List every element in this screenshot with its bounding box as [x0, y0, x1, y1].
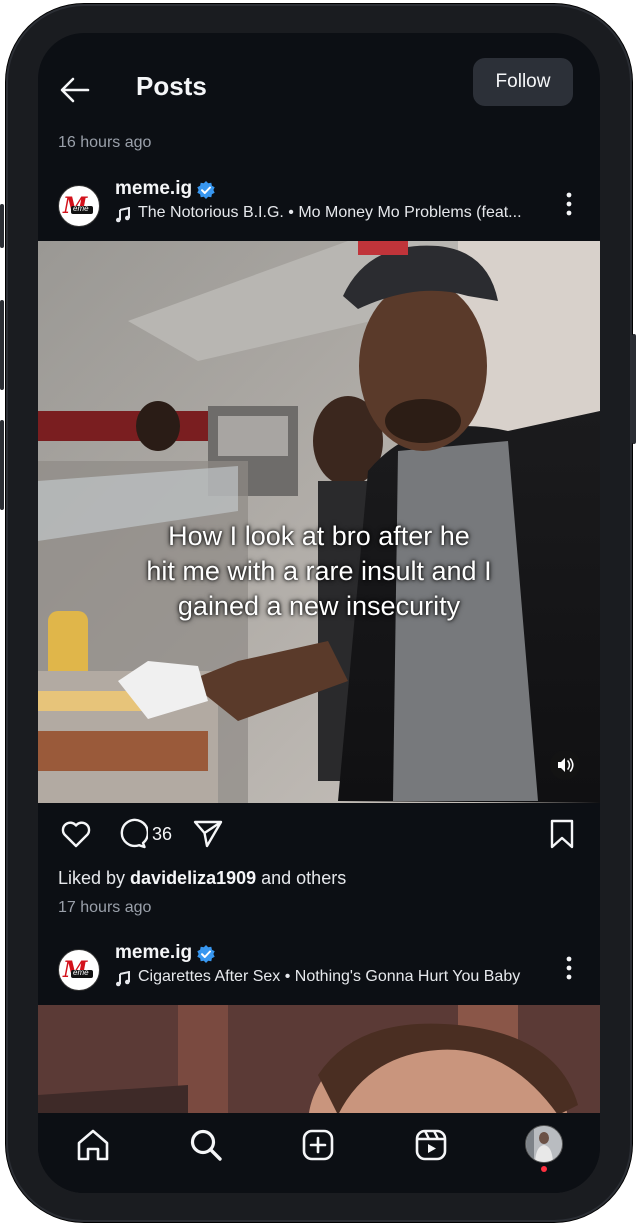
- page-title: Posts: [136, 71, 207, 101]
- post-media[interactable]: How I look at bro after he hit me with a…: [38, 241, 600, 803]
- share-icon[interactable]: [192, 818, 224, 850]
- timestamp: 16 hours ago: [58, 134, 152, 151]
- likes-prefix: Liked by: [58, 868, 131, 888]
- audio-toggle-button[interactable]: [550, 750, 580, 780]
- notification-dot: [541, 1166, 547, 1172]
- post-media[interactable]: [38, 1005, 600, 1115]
- more-icon[interactable]: [564, 191, 574, 217]
- verified-icon: [197, 945, 215, 963]
- post-photo: [38, 1005, 600, 1115]
- phone-side-button: [0, 204, 4, 248]
- post-actions: 36: [38, 818, 600, 858]
- video-caption-line: hit me with a rare insult and I: [146, 556, 492, 586]
- phone-side-button: [0, 420, 4, 510]
- create-icon[interactable]: [300, 1127, 336, 1163]
- heart-icon[interactable]: [60, 818, 92, 850]
- song-label[interactable]: The Notorious B.I.G. • Mo Money Mo Probl…: [138, 204, 538, 222]
- likes-summary[interactable]: Liked by davideliza1909 and others: [58, 868, 346, 889]
- profile-avatar[interactable]: [525, 1125, 563, 1163]
- avatar-logo-bar: eme: [71, 968, 93, 978]
- comment-count: 36: [152, 824, 173, 844]
- bookmark-icon[interactable]: [546, 818, 578, 850]
- comment-icon[interactable]: [116, 818, 148, 850]
- post-header: M eme meme.ig Cigarettes After Sex • Not…: [38, 941, 600, 1005]
- avatar-logo-bar-text: eme: [73, 968, 89, 977]
- verified-icon: [197, 181, 215, 199]
- avatar[interactable]: M eme: [58, 185, 100, 227]
- liked-by-user[interactable]: davideliza1909: [130, 868, 256, 888]
- video-caption-line: gained a new insecurity: [177, 591, 461, 621]
- music-note-icon: [116, 971, 130, 987]
- phone-side-button: [632, 334, 636, 444]
- avatar-logo-bar: eme: [71, 204, 93, 214]
- likes-suffix: and others: [256, 868, 347, 888]
- music-note-icon: [116, 207, 130, 223]
- song-label[interactable]: Cigarettes After Sex • Nothing's Gonna H…: [138, 968, 538, 986]
- audio-icon: [558, 758, 574, 772]
- phone-side-button: [0, 300, 4, 390]
- home-icon[interactable]: [75, 1127, 111, 1163]
- avatar[interactable]: M eme: [58, 949, 100, 991]
- username[interactable]: meme.ig: [115, 942, 192, 964]
- more-icon[interactable]: [564, 955, 574, 981]
- bottom-nav: [38, 1113, 600, 1193]
- top-bar: Posts Follow: [38, 33, 600, 133]
- app-screen: Posts Follow 16 hours ago M eme meme.ig …: [38, 33, 600, 1193]
- follow-button[interactable]: Follow: [473, 58, 573, 106]
- back-arrow-icon[interactable]: [58, 73, 92, 107]
- reels-icon[interactable]: [413, 1127, 449, 1163]
- avatar-logo-bar-text: eme: [73, 204, 89, 213]
- video-caption: How I look at bro after he hit me with a…: [38, 519, 600, 624]
- video-caption-line: How I look at bro after he: [168, 521, 470, 551]
- username[interactable]: meme.ig: [115, 178, 192, 200]
- post-header: M eme meme.ig The Notorious B.I.G. • Mo …: [38, 177, 600, 241]
- post-timestamp: 17 hours ago: [58, 899, 152, 916]
- search-icon[interactable]: [188, 1127, 224, 1163]
- profile-photo: [526, 1126, 562, 1162]
